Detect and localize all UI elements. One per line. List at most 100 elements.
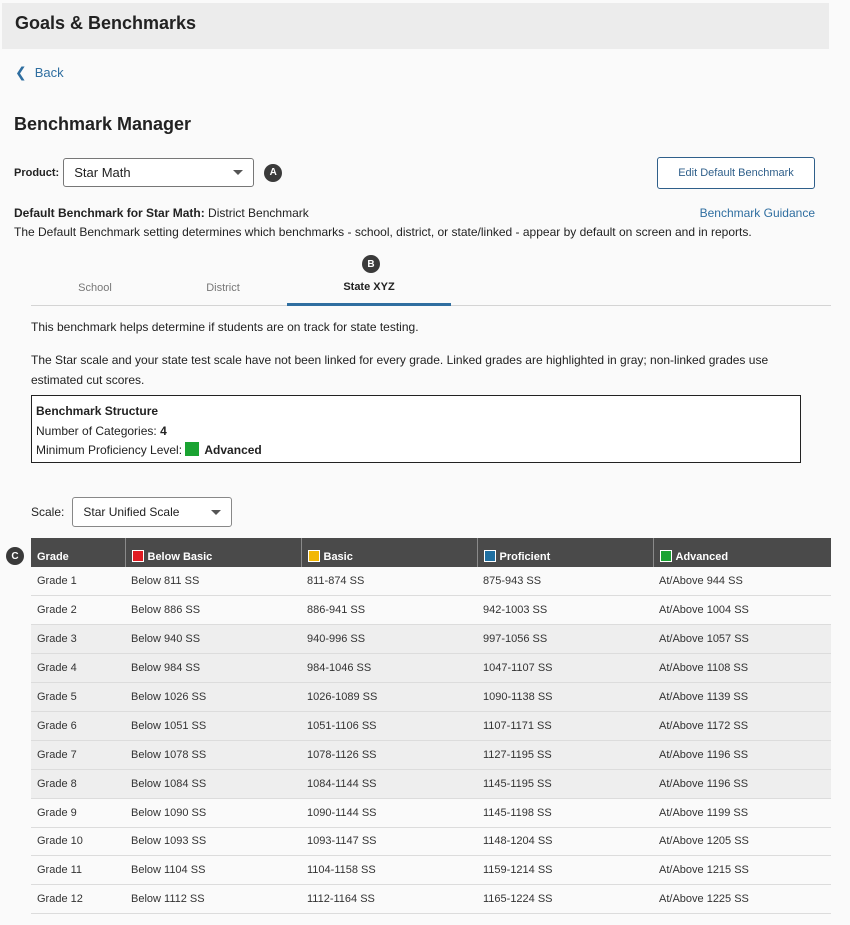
header-basic-label: Basic	[323, 551, 353, 563]
min-level-row: Minimum Proficiency Level: Advanced	[36, 441, 796, 461]
structure-title: Benchmark Structure	[36, 404, 159, 418]
header-proficient: Proficient	[476, 538, 653, 567]
cell-advanced: At/Above 1225 SS	[653, 884, 831, 915]
table-header-row: Grade Below Basic Basic Proficient Advan…	[31, 538, 831, 567]
benchmark-structure-box: Benchmark Structure Number of Categories…	[31, 395, 801, 463]
cell-advanced: At/Above 1196 SS	[653, 740, 831, 770]
table-row: Grade 12 Below 1112 SS 1112-1164 SS 1165-12…	[31, 884, 831, 915]
cell-below-basic: Below 940 SS	[125, 624, 301, 655]
cell-proficient: 997-1056 SS	[477, 624, 653, 655]
cell-basic: 1026-1089 SS	[301, 682, 477, 712]
table-row: Grade 6 Below 1051 SS 1051-1106 SS 1107-117…	[31, 711, 831, 741]
cell-grade: Grade 1	[31, 567, 125, 597]
cell-grade: Grade 5	[31, 682, 125, 712]
cell-proficient: 1145-1198 SS	[477, 798, 653, 828]
page-header: Goals & Benchmarks	[2, 3, 829, 49]
cell-advanced: At/Above 1004 SS	[653, 595, 831, 626]
linking-info-text: The Star scale and your state test scale…	[31, 353, 769, 387]
tab-school[interactable]: School	[31, 270, 159, 306]
cell-grade: Grade 11	[31, 855, 125, 886]
cell-basic: 1093-1147 SS	[301, 827, 477, 857]
cell-below-basic: Below 1051 SS	[125, 711, 301, 741]
table-row: Grade 3 Below 940 SS 940-996 SS 997-1056 SS…	[31, 624, 831, 655]
benchmark-info-text: This benchmark helps determine if studen…	[31, 320, 419, 334]
categories-row: Number of Categories: 4	[36, 422, 796, 442]
app-title: Goals & Benchmarks	[15, 13, 197, 33]
advanced-swatch-icon	[185, 442, 200, 456]
product-row: Product: Star Math A	[14, 158, 283, 187]
cell-grade: Grade 6	[31, 711, 125, 741]
page-title: Benchmark Manager	[14, 114, 192, 134]
cell-basic: 811-874 SS	[301, 567, 477, 597]
cell-proficient: 1047-1107 SS	[477, 653, 653, 684]
cell-below-basic: Below 886 SS	[125, 595, 301, 626]
cell-proficient: 1145-1195 SS	[477, 769, 653, 799]
cell-basic: 1051-1106 SS	[301, 711, 477, 741]
table-row: Grade 8 Below 1084 SS 1084-1144 SS 1145-119…	[31, 769, 831, 799]
scale-select[interactable]: Star Unified Scale	[72, 497, 233, 527]
cell-grade: Grade 3	[31, 624, 125, 655]
categories-value: 4	[160, 423, 167, 438]
cell-advanced: At/Above 1172 SS	[653, 711, 831, 741]
callout-marker-c: C	[6, 547, 24, 565]
caret-down-icon	[233, 170, 244, 175]
table-row: Grade 9 Below 1090 SS 1090-1144 SS 1145-119…	[31, 798, 831, 828]
benchmark-table: Grade Below Basic Basic Proficient Advan…	[31, 538, 831, 915]
table-row: Grade 1 Below 811 SS 811-874 SS 875-943 SS A…	[31, 567, 831, 597]
min-level-label: Minimum Proficiency Level:	[36, 443, 183, 457]
scale-label: Scale:	[31, 505, 65, 519]
cell-advanced: At/Above 1196 SS	[653, 769, 831, 799]
cell-below-basic: Below 1112 SS	[125, 884, 301, 915]
proficient-swatch-icon	[483, 550, 496, 562]
cell-below-basic: Below 1090 SS	[125, 798, 301, 828]
cell-advanced: At/Above 1108 SS	[653, 653, 831, 684]
cell-basic: 1078-1126 SS	[301, 740, 477, 770]
cell-proficient: 1159-1214 SS	[477, 855, 653, 886]
cell-advanced: At/Above 1215 SS	[653, 855, 831, 886]
cell-proficient: 1107-1171 SS	[477, 711, 653, 741]
cell-grade: Grade 10	[31, 827, 125, 857]
cell-below-basic: Below 984 SS	[125, 653, 301, 684]
product-label: Product:	[14, 166, 60, 179]
cell-advanced: At/Above 1057 SS	[653, 624, 831, 655]
header-advanced-label: Advanced	[675, 551, 729, 563]
cell-proficient: 942-1003 SS	[477, 595, 653, 626]
cell-basic: 886-941 SS	[301, 595, 477, 626]
benchmark-guidance-link[interactable]: Benchmark Guidance	[700, 206, 815, 220]
cell-basic: 1084-1144 SS	[301, 769, 477, 799]
header-grade: Grade	[31, 538, 125, 567]
header-proficient-label: Proficient	[499, 551, 551, 563]
header-below-basic-label: Below Basic	[147, 551, 213, 563]
scale-selected-value: Star Unified Scale	[83, 505, 180, 519]
cell-grade: Grade 4	[31, 653, 125, 684]
cell-basic: 1112-1164 SS	[301, 884, 477, 915]
table-row: Grade 2 Below 886 SS 886-941 SS 942-1003 SS…	[31, 595, 831, 626]
cell-advanced: At/Above 944 SS	[653, 567, 831, 597]
cell-proficient: 875-943 SS	[477, 567, 653, 597]
tab-state-xyz[interactable]: State XYZ	[287, 270, 451, 306]
header-advanced: Advanced	[652, 538, 831, 567]
header-below-basic: Below Basic	[124, 538, 301, 567]
header-basic: Basic	[300, 538, 477, 567]
back-link[interactable]: ❮ Back	[15, 64, 64, 81]
advanced-swatch-icon	[659, 550, 672, 562]
cell-proficient: 1090-1138 SS	[477, 682, 653, 712]
cell-grade: Grade 7	[31, 740, 125, 770]
callout-marker-a: A	[264, 163, 283, 182]
default-benchmark-label: Default Benchmark for Star Math:	[14, 206, 205, 220]
table-row: Grade 10 Below 1093 SS 1093-1147 SS 1148-12…	[31, 827, 831, 857]
edit-default-benchmark-button[interactable]: Edit Default Benchmark	[657, 157, 815, 189]
back-label: Back	[34, 65, 64, 80]
cell-proficient: 1127-1195 SS	[477, 740, 653, 770]
table-row: Grade 4 Below 984 SS 984-1046 SS 1047-1107 …	[31, 653, 831, 684]
cell-basic: 984-1046 SS	[301, 653, 477, 684]
product-selected-value: Star Math	[74, 165, 131, 180]
below-basic-swatch-icon	[131, 550, 144, 562]
table-row: Grade 11 Below 1104 SS 1104-1158 SS 1159-12…	[31, 855, 831, 886]
cell-proficient: 1148-1204 SS	[477, 827, 653, 857]
cell-below-basic: Below 1078 SS	[125, 740, 301, 770]
product-select[interactable]: Star Math	[63, 158, 255, 187]
tab-district[interactable]: District	[159, 270, 287, 306]
default-benchmark-line: Default Benchmark for Star Math: Distric…	[14, 206, 309, 220]
table-row: Grade 5 Below 1026 SS 1026-1089 SS 1090-113…	[31, 682, 831, 712]
